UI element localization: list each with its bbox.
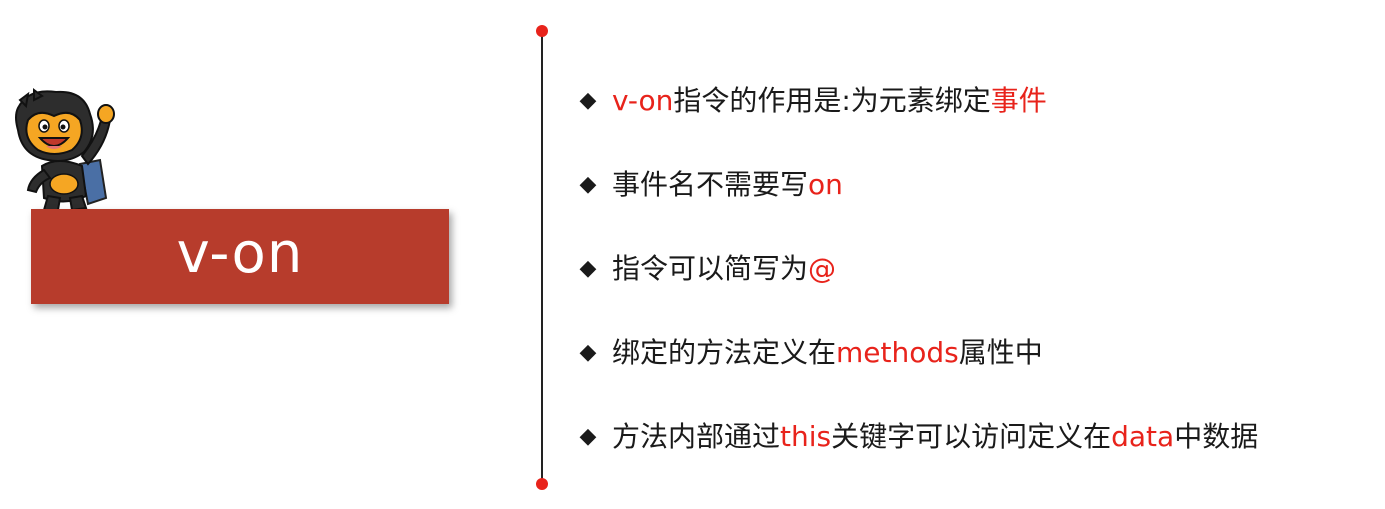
bullet-text: 属性中 — [958, 336, 1043, 369]
bullet-text: 方法内部通过 — [612, 420, 781, 453]
bullet-text: 指令可以简写为 — [612, 252, 809, 285]
slide-title: v-on — [176, 220, 304, 286]
bullet-item: ◆ 方法内部通过 this 关键字可以访问定义在 data 中数据 — [576, 420, 1259, 453]
highlight-text: @ — [808, 252, 837, 285]
diamond-bullet-icon: ◆ — [579, 256, 597, 281]
timeline-dot-bottom — [536, 478, 548, 490]
bullet-item: ◆ 指令可以简写为 @ — [576, 254, 1258, 284]
highlight-text: on — [808, 168, 843, 201]
bullet-list: ◆ v-on 指令的作用是:为元素绑定 事件 ◆ 事件名不需要写 on ◆ 指令… — [576, 86, 1259, 506]
monkey-mascot-icon — [15, 88, 115, 212]
highlight-text: this — [780, 420, 832, 453]
diamond-bullet-icon: ◆ — [579, 88, 597, 113]
bullet-text: 绑定的方法定义在 — [612, 336, 837, 369]
highlight-text: data — [1111, 420, 1175, 453]
bullet-text: 事件名不需要写 — [612, 168, 809, 201]
bullet-text: 关键字可以访问定义在 — [831, 420, 1112, 453]
bullet-text: 指令的作用是:为元素绑定 — [673, 84, 991, 117]
bullet-item: ◆ 绑定的方法定义在 methods 属性中 — [576, 338, 1258, 368]
diamond-bullet-icon: ◆ — [579, 424, 597, 449]
timeline-dot-top — [536, 25, 548, 37]
bullet-item: ◆ 事件名不需要写 on — [576, 170, 1258, 200]
timeline-divider — [541, 30, 543, 484]
title-banner: v-on — [31, 209, 449, 304]
diamond-bullet-icon: ◆ — [579, 172, 597, 197]
bullet-text: 中数据 — [1174, 420, 1259, 453]
slide: v-on ◆ v-on 指令的作用是:为元素绑定 事件 ◆ 事件名不需要写 on… — [0, 0, 1385, 509]
highlight-text: v-on — [612, 84, 674, 117]
diamond-bullet-icon: ◆ — [579, 340, 597, 365]
bullet-item: ◆ v-on 指令的作用是:为元素绑定 事件 — [576, 86, 1258, 116]
highlight-text: 事件 — [990, 84, 1047, 117]
highlight-text: methods — [836, 336, 959, 369]
